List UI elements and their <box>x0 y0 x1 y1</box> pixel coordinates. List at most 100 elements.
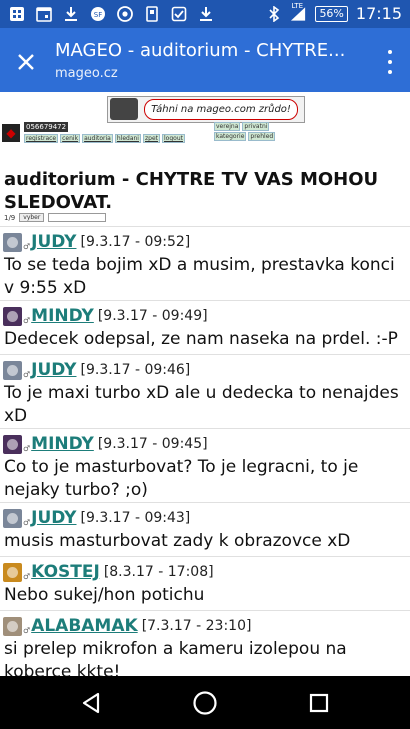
username-link[interactable]: JUDY <box>31 360 76 380</box>
user-avatar[interactable] <box>3 508 22 528</box>
post-timestamp: [9.3.17 - 09:49] <box>97 308 208 324</box>
post-header: ♂ JUDY [9.3.17 - 09:52] <box>3 231 190 253</box>
page-title: MAGEO - auditorium - CHYTRE... <box>55 40 346 61</box>
post-text: To se teda bojim xD a musim, prestavka k… <box>4 255 395 298</box>
user-avatar[interactable] <box>3 434 22 454</box>
post-timestamp: [8.3.17 - 17:08] <box>103 564 214 580</box>
post-header: ♂ ALABAMAK [7.3.17 - 23:10] <box>3 615 251 637</box>
banner-text: Táhni na mageo.com zrůdo! <box>144 99 298 120</box>
nav-link-logout[interactable]: logout <box>162 134 185 143</box>
nav-link-hledani[interactable]: hledani <box>114 134 141 143</box>
site-toolbar: ◆ 056679472 registrace cenik auditoria h… <box>2 122 302 150</box>
menu-dot <box>388 50 392 54</box>
overflow-menu-button[interactable] <box>384 50 396 74</box>
post-item: ♂ JUDY [9.3.17 - 09:46] To je maxi turbo xD… <box>0 354 410 429</box>
site-nav-secondary: verejna privatni kategorie prehled <box>214 122 276 141</box>
username-link[interactable]: MINDY <box>31 306 94 326</box>
post-text: To je maxi turbo xD ale u dedecka to nen… <box>4 383 399 426</box>
home-button[interactable] <box>180 686 230 720</box>
page-indicator: 1/9 <box>4 213 16 222</box>
nav-link-cenik[interactable]: cenik <box>60 134 81 143</box>
gender-icon: ♂ <box>23 369 31 379</box>
page-input[interactable] <box>48 213 107 222</box>
select-button[interactable]: vyber <box>19 213 45 222</box>
pager: 1/9 vyber <box>4 213 107 222</box>
home-icon <box>193 691 217 715</box>
sf-app-icon: SF <box>89 5 106 22</box>
notification-icons: SF <box>8 5 214 22</box>
chrome-icon <box>116 5 133 22</box>
recents-icon <box>309 693 329 713</box>
web-content[interactable]: Táhni na mageo.com zrůdo! ◆ 056679472 re… <box>0 92 410 676</box>
post-timestamp: [9.3.17 - 09:52] <box>80 234 191 250</box>
svg-text:SF: SF <box>93 11 101 19</box>
post-text: Nebo sukej/hon potichu <box>4 585 205 605</box>
username-link[interactable]: ALABAMAK <box>31 616 138 636</box>
user-avatar[interactable] <box>3 232 22 252</box>
username-link[interactable]: JUDY <box>31 232 76 252</box>
post-item: ♂ JUDY [9.3.17 - 09:52] To se teda bojim xD… <box>0 226 410 301</box>
username-link[interactable]: JUDY <box>31 508 76 528</box>
bluetooth-icon <box>265 5 282 22</box>
post-item: ♂ MINDY [9.3.17 - 09:45] Co to je masturbov… <box>0 428 410 503</box>
calendar-icon <box>35 5 52 22</box>
user-id: 056679472 <box>24 122 69 132</box>
ad-banner[interactable]: Táhni na mageo.com zrůdo! <box>107 96 305 123</box>
gender-icon: ♂ <box>23 443 31 453</box>
post-header: ♂ MINDY [9.3.17 - 09:45] <box>3 433 208 455</box>
document-icon <box>143 5 160 22</box>
nav-link-privatni[interactable]: privatni <box>242 122 270 131</box>
close-icon <box>18 54 34 70</box>
nav-link-zpet[interactable]: zpet <box>142 134 160 143</box>
nav-link-verejna[interactable]: verejna <box>214 122 241 131</box>
post-timestamp: [9.3.17 - 09:46] <box>80 362 191 378</box>
banner-image <box>110 98 138 120</box>
recents-button[interactable] <box>294 686 344 720</box>
network-type: LTE <box>291 2 304 10</box>
username-link[interactable]: MINDY <box>31 434 94 454</box>
user-avatar[interactable] <box>3 360 22 380</box>
signal-icon: LTE <box>290 2 307 22</box>
post-timestamp: [7.3.17 - 23:10] <box>141 618 252 634</box>
post-header: ♂ KOSTEJ [8.3.17 - 17:08] <box>3 561 214 583</box>
gender-icon: ♂ <box>23 517 31 527</box>
close-button[interactable] <box>12 48 40 76</box>
back-icon <box>82 692 100 714</box>
post-item: ♂ KOSTEJ [8.3.17 - 17:08] Nebo sukej/hon po… <box>0 556 410 611</box>
post-item: ♂ JUDY [9.3.17 - 09:43] musis masturbovat z… <box>0 502 410 557</box>
system-nav-bar <box>0 676 410 729</box>
menu-dot <box>388 60 392 64</box>
site-nav: registrace cenik auditoria hledani zpet … <box>24 134 185 143</box>
post-text: musis masturbovat zady k obrazovce xD <box>4 531 351 551</box>
nav-link-prehled[interactable]: prehled <box>248 132 276 141</box>
topic-title: auditorium - CHYTRE TV VAS MOHOU SLEDOVA… <box>4 169 379 213</box>
gender-icon: ♂ <box>23 571 31 581</box>
nav-link-kategorie[interactable]: kategorie <box>214 132 247 141</box>
post-header: ♂ JUDY [9.3.17 - 09:43] <box>3 507 190 529</box>
user-avatar[interactable] <box>3 562 22 582</box>
menu-dot <box>388 70 392 74</box>
post-text: si prelep mikrofon a kameru izolepou na … <box>4 639 347 676</box>
gender-icon: ♂ <box>23 315 31 325</box>
browser-app-bar: MAGEO - auditorium - CHYTRE... mageo.cz <box>0 28 410 92</box>
battery-level: 56% <box>315 5 348 22</box>
post-timestamp: [9.3.17 - 09:45] <box>97 436 208 452</box>
nav-link-registrace[interactable]: registrace <box>24 134 59 143</box>
app-grid-icon <box>8 5 25 22</box>
system-status: LTE 56% 17:15 <box>265 2 402 23</box>
user-avatar[interactable] <box>3 306 22 326</box>
post-text: Co to je masturbovat? To je legracni, to… <box>4 457 359 500</box>
back-button[interactable] <box>66 686 116 720</box>
username-link[interactable]: KOSTEJ <box>31 562 100 582</box>
post-timestamp: [9.3.17 - 09:43] <box>80 510 191 526</box>
post-item: ♂ ALABAMAK [7.3.17 - 23:10] si prelep mikro… <box>0 610 410 676</box>
page-url: mageo.cz <box>55 66 118 81</box>
gender-icon: ♂ <box>23 625 31 635</box>
mageo-logo[interactable]: ◆ <box>2 124 20 142</box>
post-item: ♂ MINDY [9.3.17 - 09:49] Dedecek odepsal, z… <box>0 300 410 355</box>
post-text: Dedecek odepsal, ze nam naseka na prdel.… <box>4 329 398 349</box>
nav-link-auditoria[interactable]: auditoria <box>82 134 113 143</box>
user-avatar[interactable] <box>3 616 22 636</box>
post-header: ♂ MINDY [9.3.17 - 09:49] <box>3 305 208 327</box>
post-header: ♂ JUDY [9.3.17 - 09:46] <box>3 359 190 381</box>
